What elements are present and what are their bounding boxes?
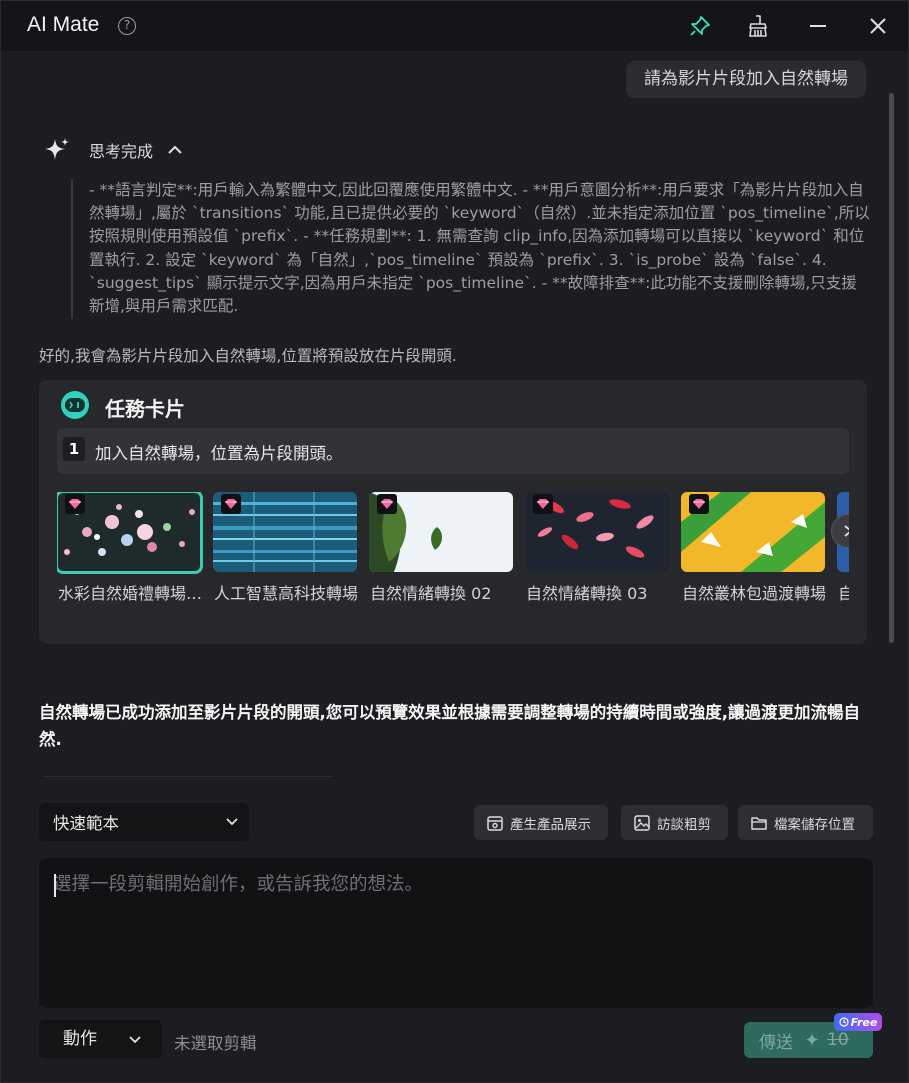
robot-icon: [61, 391, 89, 419]
gem-icon: [377, 494, 397, 514]
no-clip-status: 未選取剪輯: [174, 1034, 257, 1053]
thumbnail-label: 自然叢林包過渡轉場: [682, 584, 827, 603]
gem-icon: [221, 494, 241, 514]
app-title: AI Mate: [27, 13, 100, 36]
chevron-right-icon: [844, 525, 849, 537]
action-label: 動作: [63, 1029, 97, 1049]
product-icon: [487, 815, 503, 831]
chevron-up-icon: [168, 145, 182, 154]
chevron-down-icon: [226, 818, 238, 826]
broom-icon: [749, 15, 767, 37]
text-caret: [54, 874, 56, 897]
thumbnails-next-button[interactable]: [831, 514, 849, 548]
thumbnail-image: [369, 492, 513, 572]
task-step-text: 加入自然轉場，位置為片段開頭。: [95, 444, 343, 463]
folder-icon: [751, 816, 767, 830]
sparkle-icon: [45, 138, 69, 160]
thumbnail-image: [681, 492, 825, 572]
close-icon: [870, 18, 886, 34]
prompt-box: [39, 858, 873, 1008]
credit-icon: [806, 1033, 819, 1047]
gem-icon: [689, 494, 709, 514]
free-badge-label: Free: [850, 1015, 878, 1029]
send-label: 傳送: [759, 1032, 793, 1053]
task-step: 1 加入自然轉場，位置為片段開頭。: [57, 428, 849, 474]
task-card-title: 任務卡片: [105, 397, 185, 421]
gem-icon: [533, 494, 553, 514]
chevron-down-icon: [129, 1036, 141, 1044]
send-cost: 10: [805, 1030, 849, 1050]
thumbnail-label: 自然情緒轉換 03: [526, 584, 648, 603]
clock-icon: [839, 1017, 849, 1027]
minimize-icon: [810, 25, 826, 27]
minimize-button[interactable]: [805, 13, 831, 39]
thinking-label: 思考完成: [89, 142, 154, 161]
help-icon[interactable]: ?: [118, 17, 136, 35]
transition-thumbnails: 水彩自然婚禮轉場 01 人工智慧高科技轉場 自然情緒轉換 02 自然情緒轉換 0…: [57, 492, 849, 622]
result-message: 自然轉場已成功添加至影片片段的開頭,您可以預覽效果並根據需要調整轉場的持續時間或…: [39, 703, 861, 749]
chip-label: 產生產品展示: [510, 816, 591, 833]
quick-template-label: 快速範本: [53, 814, 119, 833]
chip-label: 訪談粗剪: [657, 816, 711, 833]
thumbnail-image: [525, 492, 669, 572]
thinking-header[interactable]: 思考完成: [43, 135, 183, 165]
interview-cut-chip[interactable]: 訪談粗剪: [621, 805, 728, 840]
thinking-content: - **語言判定**:用戶輸入為繁體中文,因此回覆應使用繁體中文. - **用戶…: [71, 179, 871, 319]
ai-mate-window: AI Mate ? 請為影片片段加入自然轉場 思考完成 - **語言判定**:用…: [0, 0, 909, 1083]
prompt-input[interactable]: [53, 870, 859, 996]
task-card: 任務卡片 1 加入自然轉場，位置為片段開頭。 水彩自然婚禮轉場 01 人工智慧高…: [39, 380, 867, 644]
chat-scrollbar[interactable]: [889, 93, 894, 643]
chip-label: 檔案儲存位置: [774, 816, 855, 833]
action-select[interactable]: 動作: [39, 1020, 162, 1058]
product-showcase-chip[interactable]: 產生產品展示: [474, 805, 608, 840]
file-location-chip[interactable]: 檔案儲存位置: [738, 805, 873, 840]
pin-icon: [690, 16, 710, 36]
clear-button[interactable]: [745, 13, 771, 39]
assistant-reply: 好的,我會為影片片段加入自然轉場,位置將預設放在片段開頭.: [39, 347, 457, 365]
image-icon: [634, 814, 650, 831]
close-button[interactable]: [865, 13, 891, 39]
free-badge: Free: [834, 1013, 882, 1031]
divider: [43, 776, 333, 777]
thumbnail-label: 人工智慧高科技轉場: [214, 584, 359, 603]
quick-template-select[interactable]: 快速範本: [39, 803, 249, 841]
send-cost-value: 10: [827, 1030, 849, 1050]
thumbnail-image: [213, 492, 357, 572]
pin-button[interactable]: [687, 13, 713, 39]
user-message: 請為影片片段加入自然轉場: [626, 61, 866, 98]
title-bar: AI Mate ?: [1, 1, 908, 51]
thumbnail-label: 水彩自然婚禮轉場 01: [58, 584, 204, 603]
thumbnail-label: 自然情緒轉換 02: [370, 584, 492, 603]
thumbnail-label: 自然: [838, 580, 849, 604]
gem-icon: [65, 494, 85, 514]
task-step-number: 1: [63, 437, 85, 461]
thumbnail-image: [57, 492, 203, 574]
